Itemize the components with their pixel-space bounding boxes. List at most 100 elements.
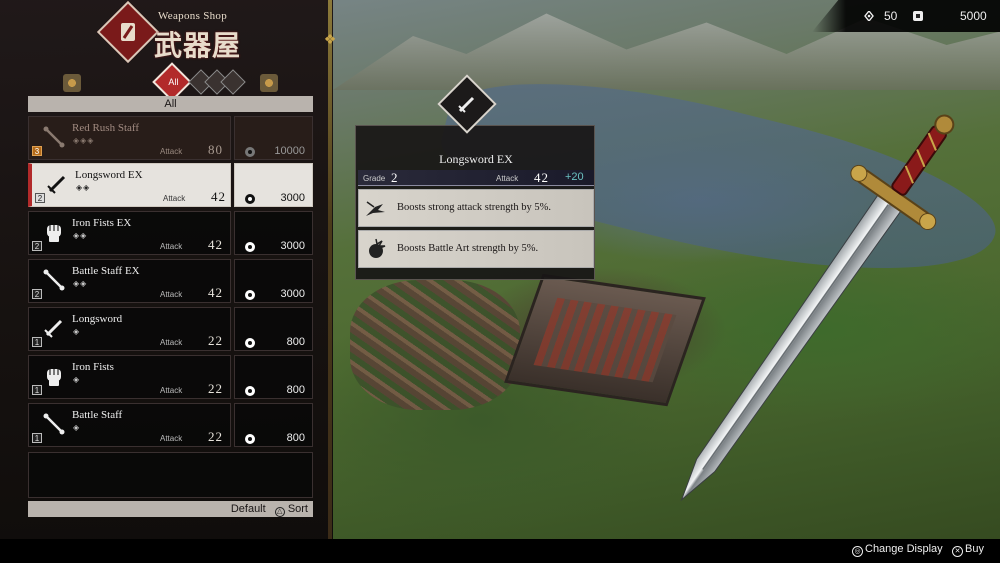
price-value: 800 (286, 336, 305, 348)
effect-row: Boosts strong attack strength by 5%. (358, 189, 594, 227)
weapon-row[interactable]: 1 Longsword ◈ Attack 22 800 (28, 307, 313, 351)
rarity-diamonds: ◈ (73, 375, 81, 384)
price-value: 800 (286, 432, 305, 444)
lb-button-icon[interactable] (63, 74, 81, 92)
strong-attack-icon (366, 201, 385, 216)
price-cell[interactable]: 800 (234, 355, 313, 399)
attack-value: 22 (208, 429, 223, 444)
grade-badge: 1 (32, 385, 42, 395)
fists-icon (41, 219, 67, 245)
attack-bonus: +20 (565, 171, 584, 183)
rb-button-icon[interactable] (260, 74, 278, 92)
attack-value: 42 (208, 285, 223, 300)
price-cell[interactable]: 800 (234, 403, 313, 447)
sword-icon (41, 315, 67, 341)
weapon-info-cell[interactable]: 2 Iron Fists EX ◈◈ Attack 42 (28, 211, 231, 255)
attack-label: Attack (163, 194, 186, 203)
battle-art-icon (369, 238, 386, 258)
attack-value: 22 (208, 381, 223, 396)
weapon-info-cell[interactable]: 2 Battle Staff EX ◈◈ Attack 42 (28, 259, 231, 303)
sort-button[interactable]: Sort (288, 503, 308, 515)
weapon-info-cell[interactable]: 1 Iron Fists ◈ Attack 22 (28, 355, 231, 399)
village (350, 280, 520, 410)
grade-badge: 2 (32, 241, 42, 251)
coin-icon (245, 338, 255, 348)
attack-value: 42 (534, 170, 549, 185)
weapon-name: Battle Staff (72, 409, 123, 421)
price-value: 3000 (280, 192, 305, 204)
rarity-diamonds: ◈◈ (73, 279, 88, 288)
coin-icon (913, 11, 923, 21)
attack-label: Attack (160, 434, 183, 443)
sort-mode: Default (230, 503, 266, 515)
spirit-icon (864, 11, 874, 21)
weapon-row[interactable]: 1 Iron Fists ◈ Attack 22 800 (28, 355, 313, 399)
price-cell[interactable]: 10000 (234, 116, 313, 160)
staff-icon (41, 411, 67, 437)
weapon-row[interactable]: 1 Battle Staff ◈ Attack 22 800 (28, 403, 313, 447)
price-cell[interactable]: 3000 (234, 259, 313, 303)
coin-icon (245, 147, 255, 157)
list-empty-slot (28, 452, 313, 498)
weapon-name: Red Rush Staff (72, 122, 140, 134)
staff-icon (41, 267, 67, 293)
change-display-hint[interactable]: ◎ Change Display (852, 543, 943, 557)
coin-icon (245, 386, 255, 396)
button-hints-bar: ◎ Change Display ✕ Buy (0, 539, 1000, 563)
triangle-button-icon[interactable]: △ (274, 507, 285, 517)
staff-category-icon[interactable] (220, 69, 246, 95)
fists-icon (41, 363, 67, 389)
attack-value: 42 (208, 237, 223, 252)
attack-label: Attack (160, 290, 183, 299)
sword-icon (44, 171, 70, 197)
attack-label: Attack (160, 386, 183, 395)
weapon-info-cell[interactable]: 3 Red Rush Staff ◈◈◈ Attack 80 (28, 116, 231, 160)
coin-icon (245, 290, 255, 300)
weapon-name: Battle Staff EX (72, 265, 140, 277)
effect-row: Boosts Battle Art strength by 5%. (358, 230, 594, 268)
attack-value: 80 (208, 142, 223, 157)
grade-label: Grade (363, 174, 386, 183)
price-cell[interactable]: 800 (234, 307, 313, 351)
price-value: 800 (286, 384, 305, 396)
weapon-info-cell[interactable]: 1 Longsword ◈ Attack 22 (28, 307, 231, 351)
spirit-amount: 50 (884, 9, 898, 23)
item-detail-panel: Longsword EX Grade 2 Attack 42 +20 Boost… (355, 125, 595, 280)
price-cell[interactable]: 3000 (234, 211, 313, 255)
weapon-row[interactable]: 2 Iron Fists EX ◈◈ Attack 42 3000 (28, 211, 313, 255)
staff-icon (41, 124, 67, 150)
weapon-name: Longsword EX (75, 169, 143, 181)
price-value: 3000 (280, 288, 305, 300)
cross-button-icon: ✕ (952, 546, 963, 557)
weapon-name: Iron Fists EX (72, 217, 132, 229)
grade-badge: 1 (32, 337, 42, 347)
fortress (504, 273, 706, 407)
panel-divider: ❖ (324, 0, 336, 563)
rarity-diamonds: ◈ (73, 327, 81, 336)
weapon-row[interactable]: 2 Battle Staff EX ◈◈ Attack 42 3000 (28, 259, 313, 303)
attack-value: 22 (208, 333, 223, 348)
detail-stats: Grade 2 Attack 42 +20 (358, 170, 594, 186)
money-amount: 5000 (960, 9, 987, 23)
grade-badge: 1 (32, 433, 42, 443)
coin-icon (245, 194, 255, 204)
attack-label: Attack (496, 174, 519, 183)
rarity-diamonds: ◈ (73, 423, 81, 432)
grade-badge: 2 (32, 289, 42, 299)
attack-label: Attack (160, 338, 183, 347)
weapon-info-cell[interactable]: 2 Longsword EX ◈◈ Attack 42 (28, 163, 231, 207)
list-footer: Default △ Sort (28, 501, 313, 517)
coin-icon (245, 434, 255, 444)
price-cell[interactable]: 3000 (234, 163, 313, 207)
attack-label: Attack (160, 147, 183, 156)
weapon-row[interactable]: 3 Red Rush Staff ◈◈◈ Attack 80 10000 (28, 116, 313, 160)
grade-value: 2 (391, 170, 398, 185)
weapon-info-cell[interactable]: 1 Battle Staff ◈ Attack 22 (28, 403, 231, 447)
shop-header: Weapons Shop 武器屋 (0, 0, 328, 64)
grade-badge: 3 (32, 146, 42, 156)
buy-hint[interactable]: ✕ Buy (952, 543, 984, 557)
weapon-row[interactable]: 2 Longsword EX ◈◈ Attack 42 3000 (28, 163, 313, 207)
category-header: All (28, 96, 313, 112)
shop-title: 武器屋 (154, 31, 242, 62)
category-tabs: All (28, 62, 313, 102)
